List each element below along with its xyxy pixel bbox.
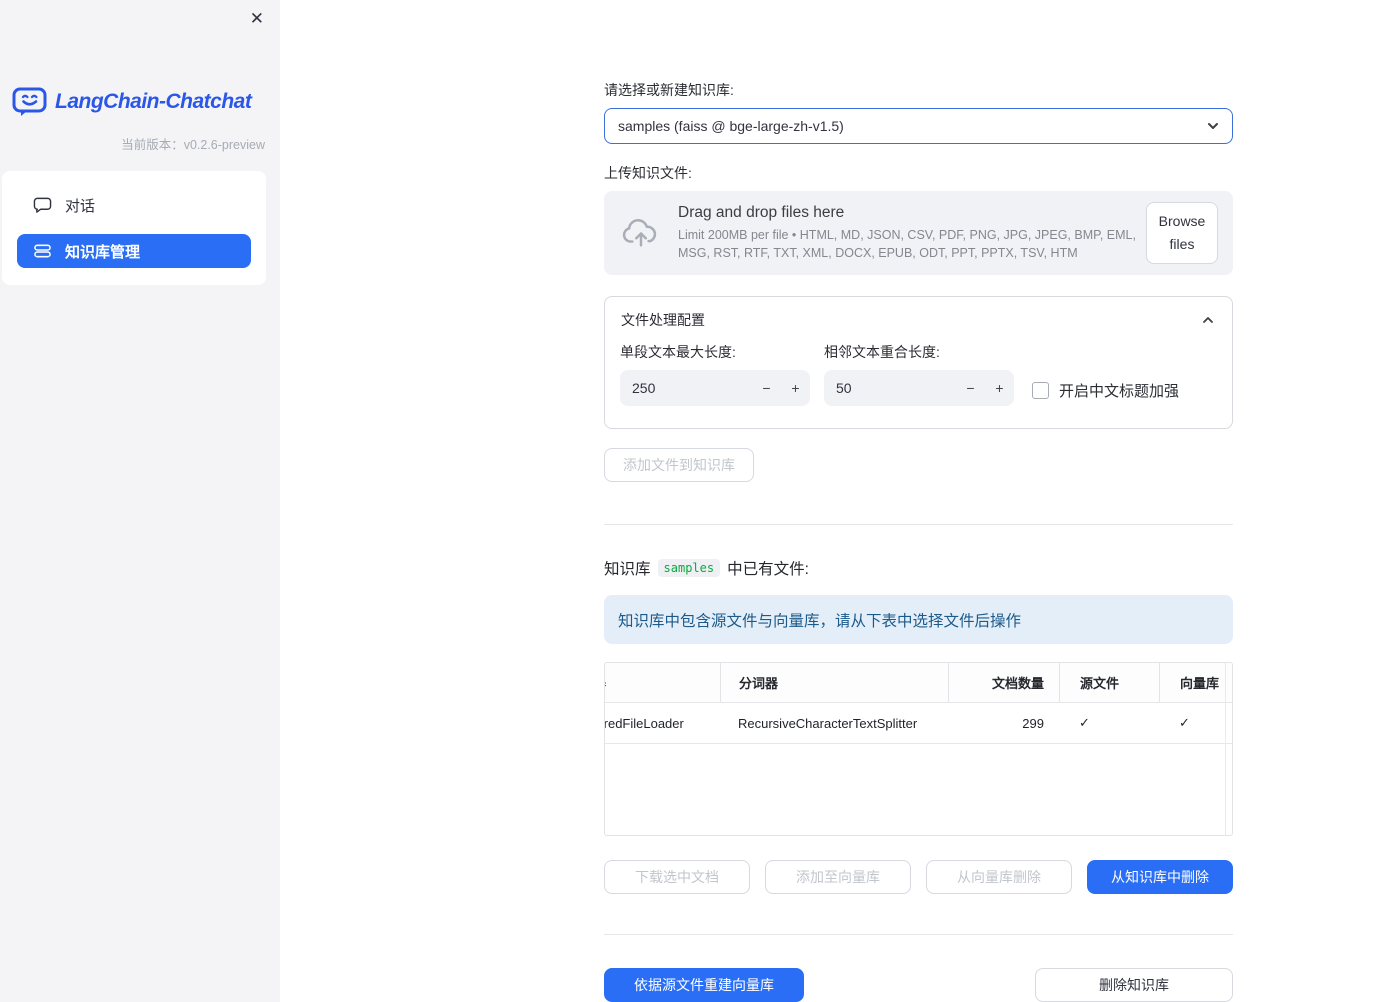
sidebar-close-icon[interactable]: ✕ xyxy=(246,6,268,31)
table-row[interactable]: UnstructuredFileLoader RecursiveCharacte… xyxy=(605,703,1232,744)
kb-name-code: samples xyxy=(657,559,721,577)
cell-loader[interactable]: UnstructuredFileLoader xyxy=(605,703,720,743)
file-dropzone[interactable]: Drag and drop files here Limit 200MB per… xyxy=(604,191,1233,275)
chunk-size-input-wrap: − + xyxy=(620,370,810,406)
app-logo: LangChain-Chatchat xyxy=(12,86,280,118)
kb-select-label: 请选择或新建知识库: xyxy=(604,82,734,98)
overlap-size-increment-button[interactable]: + xyxy=(985,380,1014,396)
dropzone-text: Drag and drop files here Limit 200MB per… xyxy=(678,204,1146,262)
chat-bubble-icon xyxy=(33,196,52,214)
delete-from-kb-button[interactable]: 从知识库中删除 xyxy=(1087,860,1233,894)
overlap-size-input[interactable] xyxy=(824,380,956,396)
table-scrollbar[interactable] xyxy=(1225,663,1226,835)
overlap-size-label: 相邻文本重合长度: xyxy=(824,344,940,360)
table-header: 文档加载器 分词器 文档数量 源文件 向量库 xyxy=(605,663,1232,703)
cell-source-check[interactable]: ✓ xyxy=(1059,703,1159,743)
download-selected-button[interactable]: 下载选中文档 xyxy=(604,860,750,894)
chevron-up-icon xyxy=(1200,312,1216,328)
chat-smiley-logo-icon xyxy=(12,86,48,118)
expander-header[interactable]: 文件处理配置 xyxy=(605,297,1232,340)
chevron-down-icon xyxy=(1204,117,1222,135)
kb-files-heading: 知识库 samples 中已有文件: xyxy=(604,559,809,578)
overlap-size-decrement-button[interactable]: − xyxy=(956,380,985,396)
kb-level-buttons: 依据源文件重建向量库 删除知识库 xyxy=(604,968,1233,1002)
sidebar-item-label: 知识库管理 xyxy=(65,243,141,261)
info-banner: 知识库中包含源文件与向量库，请从下表中选择文件后操作 xyxy=(604,595,1233,644)
cell-splitter[interactable]: RecursiveCharacterTextSplitter xyxy=(720,703,948,743)
sidebar-menu: 对话 知识库管理 xyxy=(2,171,266,285)
browse-files-button[interactable]: Browse files xyxy=(1146,201,1218,265)
sidebar: ✕ LangChain-Chatchat 当前版本：v0.2.6-preview… xyxy=(0,0,280,1002)
check-icon: ✓ xyxy=(1079,715,1090,730)
file-config-expander: 文件处理配置 单段文本最大长度: − + 相邻文本重合 xyxy=(604,296,1233,429)
column-doc-count[interactable]: 文档数量 xyxy=(948,663,1059,702)
sidebar-item-kb-management[interactable]: 知识库管理 xyxy=(17,234,251,268)
delete-kb-button[interactable]: 删除知识库 xyxy=(1035,968,1233,1002)
add-files-to-kb-button[interactable]: 添加文件到知识库 xyxy=(604,448,754,482)
kb-files-table[interactable]: 文档加载器 分词器 文档数量 源文件 向量库 UnstructuredFileL… xyxy=(604,662,1233,836)
overlap-size-input-wrap: − + xyxy=(824,370,1014,406)
divider xyxy=(604,524,1233,525)
cell-doc-count[interactable]: 299 xyxy=(948,703,1059,743)
stacked-list-icon xyxy=(33,242,52,260)
main-area: 请选择或新建知识库: samples (faiss @ bge-large-zh… xyxy=(280,0,1380,1002)
add-to-vector-store-button[interactable]: 添加至向量库 xyxy=(765,860,911,894)
chunk-size-decrement-button[interactable]: − xyxy=(752,380,781,396)
file-action-buttons: 下载选中文档 添加至向量库 从向量库删除 从知识库中删除 xyxy=(604,860,1233,894)
column-loader[interactable]: 文档加载器 xyxy=(605,663,720,702)
app-title: LangChain-Chatchat xyxy=(55,90,252,113)
dropzone-title: Drag and drop files here xyxy=(678,203,845,221)
rebuild-vector-store-button[interactable]: 依据源文件重建向量库 xyxy=(604,968,804,1002)
chunk-size-label: 单段文本最大长度: xyxy=(620,344,736,360)
version-text: 当前版本：v0.2.6-preview xyxy=(121,138,265,152)
column-splitter[interactable]: 分词器 xyxy=(720,663,948,702)
chunk-size-increment-button[interactable]: + xyxy=(781,380,810,396)
kb-select[interactable]: samples (faiss @ bge-large-zh-v1.5) xyxy=(604,108,1233,144)
zh-title-enhance-label: 开启中文标题加强 xyxy=(1059,382,1180,400)
expander-title: 文件处理配置 xyxy=(621,312,705,328)
divider xyxy=(604,934,1233,935)
sidebar-item-dialogue[interactable]: 对话 xyxy=(17,188,251,222)
chunk-size-input[interactable] xyxy=(620,380,752,396)
sidebar-item-label: 对话 xyxy=(65,197,96,215)
cloud-upload-icon xyxy=(620,214,662,252)
column-source-file[interactable]: 源文件 xyxy=(1059,663,1159,702)
kb-select-value: samples (faiss @ bge-large-zh-v1.5) xyxy=(618,118,844,134)
cell-vector-check[interactable]: ✓ xyxy=(1159,703,1232,743)
upload-label: 上传知识文件: xyxy=(604,165,692,181)
check-icon: ✓ xyxy=(1179,715,1190,730)
dropzone-limit: Limit 200MB per file • HTML, MD, JSON, C… xyxy=(678,227,1136,260)
zh-title-enhance-checkbox[interactable] xyxy=(1032,381,1049,399)
zh-title-enhance-group: 开启中文标题加强 xyxy=(1032,372,1179,408)
column-vector-store[interactable]: 向量库 xyxy=(1159,663,1232,702)
delete-from-vector-store-button[interactable]: 从向量库删除 xyxy=(926,860,1072,894)
